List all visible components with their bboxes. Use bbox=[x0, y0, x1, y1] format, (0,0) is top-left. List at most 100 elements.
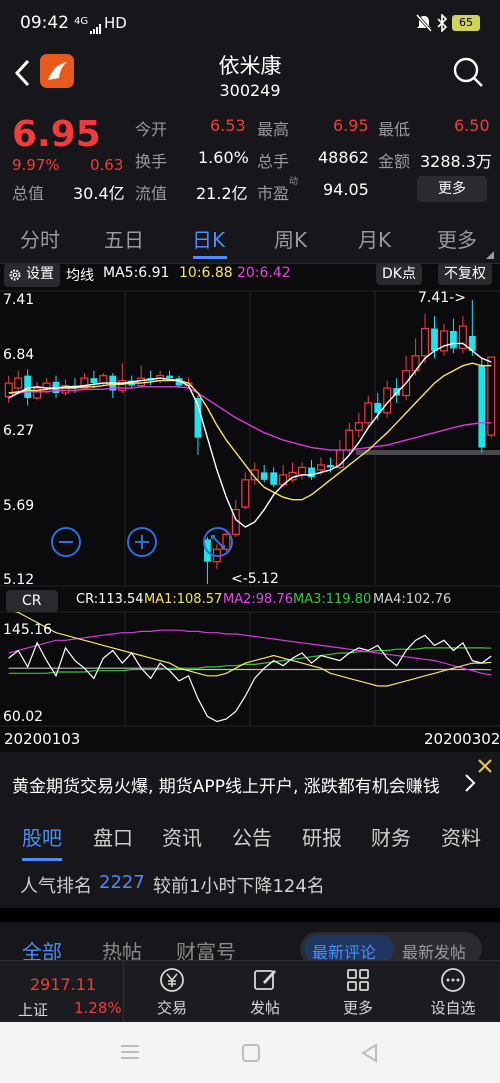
tab-guba[interactable]: 股吧 bbox=[22, 822, 62, 851]
candle-body bbox=[450, 331, 457, 349]
status-bar: 09:42 4G HD 65 bbox=[0, 0, 500, 48]
candle bbox=[468, 300, 476, 356]
cr-ma4-value: MA4:102.76 bbox=[373, 592, 452, 607]
amount-value: 3288.3万 bbox=[420, 152, 492, 171]
tab-pankou[interactable]: 盘口 bbox=[93, 822, 133, 851]
period-tabs: 分时 五日 日K 周K 月K 更多 bbox=[0, 212, 500, 264]
volume-value: 48862 bbox=[318, 148, 369, 167]
candle bbox=[402, 355, 411, 401]
rank-label: 人气排名 bbox=[20, 876, 92, 897]
candle bbox=[383, 380, 392, 418]
zoom-in-button[interactable] bbox=[126, 526, 158, 562]
tab-news[interactable]: 资讯 bbox=[162, 822, 202, 851]
candle-body bbox=[345, 429, 354, 451]
ad-banner[interactable]: 黄金期货交易火爆, 期货APP线上开户, 涨跌都有机会赚钱 bbox=[0, 752, 500, 814]
cr-ma1-value: MA1:108.57 bbox=[144, 592, 223, 607]
candle bbox=[80, 373, 89, 391]
candle-body bbox=[137, 377, 146, 387]
grid-icon bbox=[347, 969, 369, 991]
post-label: 发帖 bbox=[249, 999, 280, 1017]
tab-more[interactable]: 更多 bbox=[437, 224, 477, 253]
post-button[interactable]: 发帖 bbox=[225, 965, 305, 1018]
tab-research[interactable]: 研报 bbox=[302, 822, 342, 851]
home-icon[interactable] bbox=[242, 1044, 260, 1066]
status-time: 09:42 bbox=[20, 13, 69, 33]
active-tab-indicator bbox=[193, 256, 227, 259]
candle bbox=[354, 412, 363, 438]
indicator-select-button[interactable]: CR bbox=[6, 590, 58, 612]
candle-body bbox=[270, 472, 278, 485]
more-button[interactable]: 更多 bbox=[318, 965, 398, 1018]
cr-ma2-value: MA2:98.76 bbox=[223, 592, 293, 607]
rank-value: 2227 bbox=[99, 872, 145, 893]
candle bbox=[487, 356, 496, 438]
back-nav-icon[interactable] bbox=[360, 1043, 378, 1067]
stock-header: 依米康 300249 bbox=[0, 48, 500, 110]
menu-icon[interactable] bbox=[121, 1044, 139, 1064]
search-icon[interactable] bbox=[452, 56, 484, 92]
more-tab-arrow-icon bbox=[486, 244, 494, 263]
x-start-date: 20200103 bbox=[4, 730, 81, 748]
candle bbox=[90, 370, 98, 389]
candle bbox=[478, 358, 486, 453]
turnover-label: 换手 bbox=[135, 152, 168, 171]
pe-superscript: 动 bbox=[289, 177, 299, 187]
battery-icon: 65 bbox=[452, 15, 480, 31]
tab-five-day[interactable]: 五日 bbox=[104, 224, 144, 253]
close-ad-icon[interactable] bbox=[477, 758, 493, 778]
candle-body bbox=[421, 327, 430, 357]
candle-body bbox=[431, 328, 438, 351]
tab-profile[interactable]: 资料 bbox=[441, 822, 481, 851]
candle-body bbox=[4, 382, 13, 398]
candle bbox=[308, 459, 315, 480]
y-tick-5: 5.12 bbox=[3, 572, 35, 588]
pe-label: 市盈 bbox=[257, 184, 290, 203]
market-cap-label: 总值 bbox=[12, 184, 45, 203]
tab-monthly-k[interactable]: 月K bbox=[358, 224, 391, 253]
tab-daily-k[interactable]: 日K bbox=[192, 224, 225, 253]
y-tick-2: 6.84 bbox=[3, 347, 35, 363]
more-dots-icon bbox=[441, 968, 465, 992]
cr-y-top: 145.16 bbox=[3, 622, 52, 638]
add-watchlist-button[interactable]: 设自选 bbox=[413, 965, 493, 1018]
market-cap-value: 30.4亿 bbox=[73, 184, 125, 203]
candle-body bbox=[166, 375, 173, 379]
candle-body bbox=[354, 422, 363, 431]
candle bbox=[260, 464, 268, 483]
fullscreen-button[interactable] bbox=[202, 526, 234, 562]
more-quote-button[interactable]: 更多 bbox=[417, 176, 487, 202]
network-indicator: 4G bbox=[74, 16, 89, 27]
yuan-icon bbox=[160, 968, 184, 992]
tab-finance[interactable]: 财务 bbox=[371, 822, 411, 851]
volume-label: 总手 bbox=[257, 152, 290, 171]
popularity-rank[interactable]: 人气排名 2227 较前1小时下降124名 bbox=[0, 864, 500, 908]
candle bbox=[4, 375, 13, 403]
candle-body bbox=[24, 375, 32, 398]
index-ticker[interactable]: 2917.11 上证 1.28% bbox=[0, 961, 124, 1023]
cr-value: CR:113.54 bbox=[76, 592, 144, 607]
float-cap-label: 流值 bbox=[135, 184, 168, 203]
low-value: 6.50 bbox=[454, 116, 490, 135]
high-label: 最高 bbox=[257, 120, 290, 139]
candle bbox=[14, 370, 23, 394]
float-cap-value: 21.2亿 bbox=[196, 184, 248, 203]
trade-label: 交易 bbox=[156, 999, 187, 1017]
tab-intraday[interactable]: 分时 bbox=[20, 224, 60, 253]
candle-body bbox=[241, 479, 250, 508]
candle bbox=[270, 467, 278, 488]
kline-chart[interactable] bbox=[0, 264, 500, 752]
tab-weekly-k[interactable]: 周K bbox=[274, 224, 307, 253]
zoom-out-button[interactable] bbox=[50, 526, 82, 562]
bottom-action-bar: 2917.11 上证 1.28% 交易 发帖 更多 设自选 bbox=[0, 960, 500, 1023]
hd-indicator: HD bbox=[104, 14, 127, 32]
tab-announcements[interactable]: 公告 bbox=[232, 822, 272, 851]
system-nav-bar bbox=[0, 1022, 500, 1083]
trade-button[interactable]: 交易 bbox=[132, 965, 212, 1018]
candle-body bbox=[327, 464, 334, 468]
open-value: 6.53 bbox=[210, 116, 246, 135]
cr-header: CR CR:113.54 MA1:108.57 MA2:98.76 MA3:11… bbox=[0, 590, 500, 612]
candle-body bbox=[260, 472, 268, 480]
candle bbox=[364, 395, 373, 428]
candle bbox=[298, 462, 307, 480]
edit-icon bbox=[254, 970, 276, 990]
